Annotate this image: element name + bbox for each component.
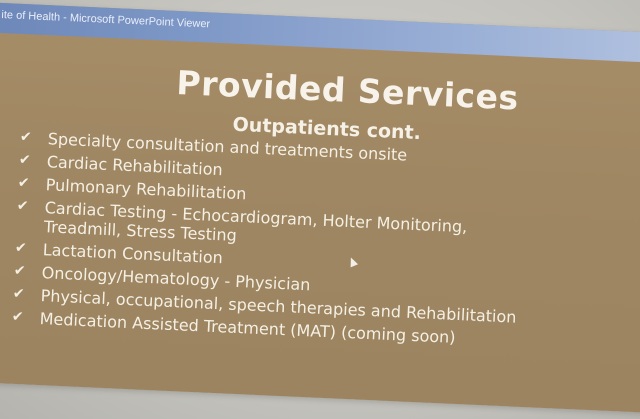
projection-screen: ite of Health - Microsoft PowerPoint Vie… xyxy=(0,2,640,414)
photo-frame: ite of Health - Microsoft PowerPoint Vie… xyxy=(0,0,640,419)
checkmark-icon: ✔ xyxy=(11,308,24,326)
checkmark-icon: ✔ xyxy=(12,285,25,303)
checkmark-icon: ✔ xyxy=(19,128,33,146)
checkmark-icon: ✔ xyxy=(17,174,30,192)
checkmark-icon: ✔ xyxy=(16,197,29,215)
slide-title: Provided Services xyxy=(175,63,520,118)
bullet-text: Cardiac Rehabilitation xyxy=(46,152,224,180)
window-titlebar: ite of Health - Microsoft PowerPoint Vie… xyxy=(0,2,640,64)
window-title: ite of Health - Microsoft PowerPoint Vie… xyxy=(1,8,211,31)
bullet-list: ✔ Specialty consultation and treatments … xyxy=(11,128,640,360)
checkmark-icon: ✔ xyxy=(18,151,31,169)
checkmark-icon: ✔ xyxy=(13,262,26,280)
checkmark-icon: ✔ xyxy=(14,239,27,257)
bullet-text: Lactation Consultation xyxy=(42,240,224,268)
